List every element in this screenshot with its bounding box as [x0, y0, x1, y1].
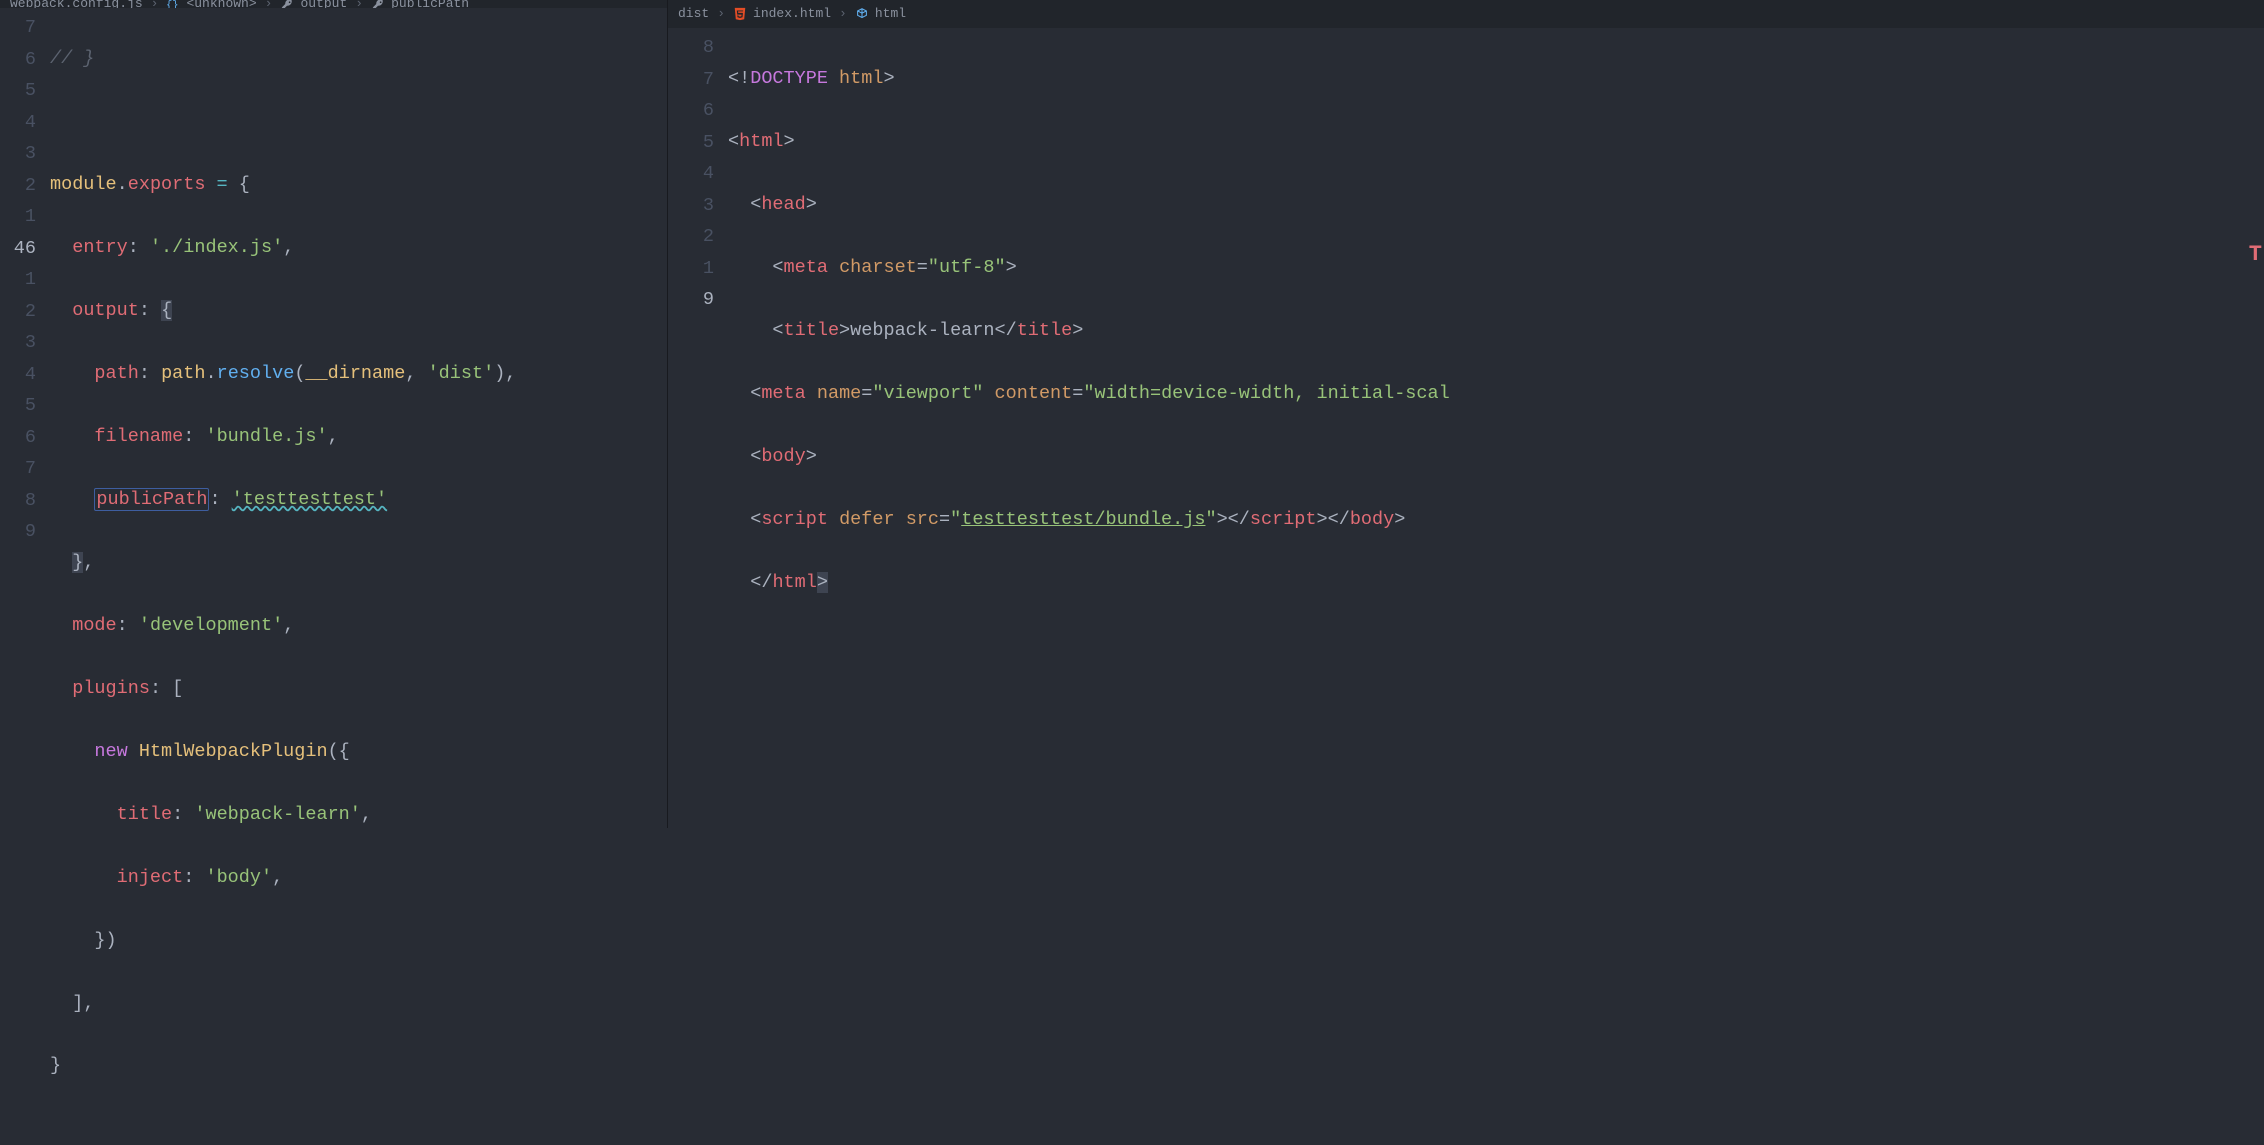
code-line[interactable]: <title>webpack-learn</title>: [728, 315, 2264, 347]
line-number: 5: [0, 390, 36, 422]
line-number: 6: [668, 95, 714, 127]
code-line[interactable]: output: {: [50, 295, 667, 327]
line-number: 9: [0, 516, 36, 548]
chevron-right-icon: ›: [355, 0, 363, 8]
code-line[interactable]: ],: [50, 988, 667, 1020]
editor-pane-right: dist › index.html › html 8 7 6 5 4 3 2 1…: [668, 0, 2264, 828]
code-line[interactable]: filename: 'bundle.js',: [50, 421, 667, 453]
code-line[interactable]: publicPath: 'testtesttest': [50, 484, 667, 516]
line-number: 7: [0, 12, 36, 44]
code-line[interactable]: },: [50, 547, 667, 579]
breadcrumb-folder[interactable]: dist: [678, 3, 709, 25]
line-number: 7: [0, 453, 36, 485]
line-number: 4: [0, 359, 36, 391]
code-line[interactable]: entry: './index.js',: [50, 232, 667, 264]
breadcrumb-seg3[interactable]: publicPath: [391, 0, 469, 8]
breadcrumb-file[interactable]: webpack.config.js: [10, 0, 143, 8]
line-number: 3: [668, 190, 714, 222]
brackets-icon: {}: [166, 0, 180, 8]
line-number: 1: [0, 201, 36, 233]
code-left[interactable]: // } module.exports = { entry: './index.…: [50, 12, 667, 1145]
breadcrumb-left[interactable]: webpack.config.js › {} <unknown> › outpu…: [0, 0, 667, 8]
breadcrumb-seg2[interactable]: output: [300, 0, 347, 8]
line-number: 5: [0, 75, 36, 107]
editor-left[interactable]: 7 6 5 4 3 2 1 46 1 2 3 4 5 6 7 8 9 // } …: [0, 8, 667, 1145]
code-line[interactable]: plugins: [: [50, 673, 667, 705]
line-number: 1: [0, 264, 36, 296]
line-number: 8: [668, 32, 714, 64]
chevron-right-icon: ›: [717, 3, 725, 25]
line-number: 1: [668, 253, 714, 285]
code-line[interactable]: <head>: [728, 189, 2264, 221]
code-line[interactable]: title: 'webpack-learn',: [50, 799, 667, 831]
chevron-right-icon: ›: [839, 3, 847, 25]
gutter-left: 7 6 5 4 3 2 1 46 1 2 3 4 5 6 7 8 9: [0, 12, 50, 1145]
code-line[interactable]: module.exports = {: [50, 169, 667, 201]
code-line[interactable]: path: path.resolve(__dirname, 'dist'),: [50, 358, 667, 390]
line-number: 6: [0, 422, 36, 454]
code-line[interactable]: [50, 106, 667, 138]
editor-right[interactable]: 8 7 6 5 4 3 2 1 9 <!DOCTYPE html> <html>…: [668, 28, 2264, 828]
code-line[interactable]: <meta name="viewport" content="width=dev…: [728, 378, 2264, 410]
line-number: 4: [0, 107, 36, 139]
line-number: 2: [0, 170, 36, 202]
code-line[interactable]: <body>: [728, 441, 2264, 473]
editor-pane-left: webpack.config.js › {} <unknown> › outpu…: [0, 0, 668, 828]
code-right[interactable]: <!DOCTYPE html> <html> <head> <meta char…: [728, 32, 2264, 828]
code-line[interactable]: // }: [50, 43, 667, 75]
line-number-current: 9: [668, 284, 714, 316]
chevron-right-icon: ›: [151, 0, 159, 8]
chevron-right-icon: ›: [265, 0, 273, 8]
line-number: 2: [0, 296, 36, 328]
gutter-right: 8 7 6 5 4 3 2 1 9: [668, 32, 728, 828]
wrench-icon: [371, 0, 385, 8]
line-number: 3: [0, 327, 36, 359]
breadcrumb-seg1[interactable]: html: [875, 3, 906, 25]
line-number: 3: [0, 138, 36, 170]
code-line[interactable]: <html>: [728, 126, 2264, 158]
line-number: 6: [0, 44, 36, 76]
line-number: 2: [668, 221, 714, 253]
line-number-current: 46: [0, 233, 36, 265]
line-number: 5: [668, 127, 714, 159]
line-number: 4: [668, 158, 714, 190]
marker-icon: T: [2249, 236, 2262, 273]
html5-icon: [733, 7, 747, 21]
breadcrumb-right[interactable]: dist › index.html › html: [668, 0, 2264, 28]
svg-text:{}: {}: [166, 0, 179, 8]
wrench-icon: [280, 0, 294, 8]
code-line[interactable]: <!DOCTYPE html>: [728, 63, 2264, 95]
code-line[interactable]: }): [50, 925, 667, 957]
code-line[interactable]: }: [50, 1050, 667, 1082]
code-line[interactable]: inject: 'body',: [50, 862, 667, 894]
code-line[interactable]: <script defer src="testtesttest/bundle.j…: [728, 504, 2264, 536]
line-number: 8: [0, 485, 36, 517]
cube-icon: [855, 7, 869, 21]
line-number: 7: [668, 64, 714, 96]
breadcrumb-file[interactable]: index.html: [753, 3, 831, 25]
breadcrumb-seg1[interactable]: <unknown>: [186, 0, 256, 8]
code-line[interactable]: <meta charset="utf-8">: [728, 252, 2264, 284]
code-line[interactable]: </html>: [728, 567, 2264, 599]
code-line[interactable]: new HtmlWebpackPlugin({: [50, 736, 667, 768]
code-line[interactable]: mode: 'development',: [50, 610, 667, 642]
